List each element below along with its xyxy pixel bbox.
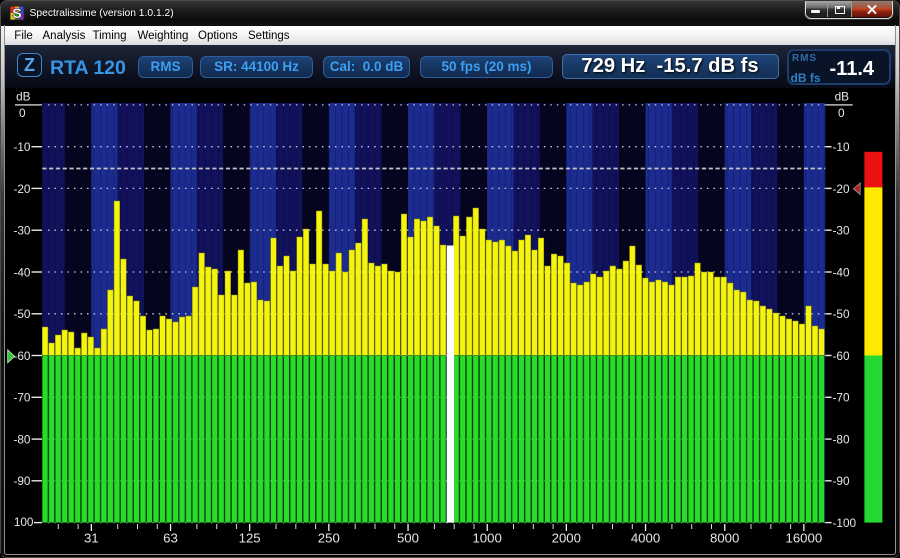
svg-text:-80: -80: [13, 432, 30, 446]
svg-text:-100: -100: [833, 516, 857, 530]
svg-text:16000: 16000: [785, 531, 822, 546]
svg-text:4000: 4000: [631, 531, 660, 546]
svg-text:-50: -50: [833, 307, 850, 321]
svg-text:-40: -40: [833, 265, 850, 279]
svg-text:-50: -50: [13, 307, 30, 321]
svg-text:-30: -30: [13, 224, 30, 238]
svg-text:-70: -70: [13, 391, 30, 405]
svg-text:-10: -10: [833, 140, 850, 154]
svg-text:-10: -10: [13, 140, 30, 154]
svg-text:-60: -60: [833, 349, 850, 363]
svg-text:-90: -90: [13, 474, 30, 488]
svg-text:125: 125: [239, 531, 261, 546]
svg-text:-90: -90: [833, 474, 850, 488]
svg-text:100: 100: [14, 515, 34, 529]
svg-text:250: 250: [318, 531, 340, 546]
svg-text:dB: dB: [835, 90, 850, 104]
svg-text:-40: -40: [13, 265, 30, 279]
svg-text:-60: -60: [13, 349, 30, 363]
svg-text:500: 500: [397, 531, 419, 546]
svg-text:-70: -70: [833, 391, 850, 405]
svg-text:1000: 1000: [472, 531, 501, 546]
svg-text:-80: -80: [833, 432, 850, 446]
svg-text:31: 31: [84, 531, 99, 546]
svg-text:-30: -30: [833, 224, 850, 238]
svg-text:dB: dB: [16, 90, 31, 104]
svg-text:63: 63: [163, 531, 178, 546]
svg-text:2000: 2000: [552, 531, 581, 546]
svg-text:-20: -20: [13, 182, 30, 196]
svg-text:-20: -20: [833, 182, 850, 196]
svg-text:0: 0: [838, 106, 845, 120]
svg-text:S: S: [12, 5, 21, 21]
svg-text:8000: 8000: [710, 531, 739, 546]
svg-text:0: 0: [19, 106, 26, 120]
